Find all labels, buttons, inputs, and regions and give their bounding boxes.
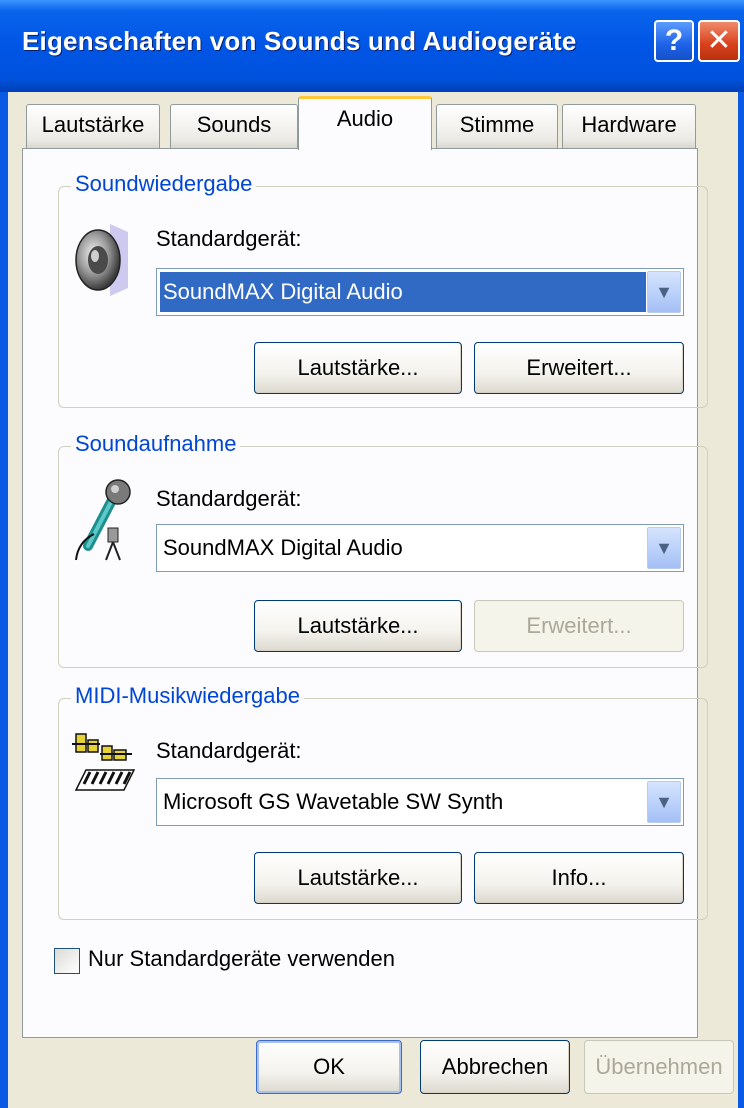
midi-volume-button[interactable]: Lautstärke... [254,852,462,904]
help-button[interactable]: ? [654,20,694,62]
apply-button[interactable]: Übernehmen [584,1040,734,1094]
title-bar[interactable]: Eigenschaften von Sounds und Audiogeräte… [0,0,744,92]
window-title: Eigenschaften von Sounds und Audiogeräte [22,26,577,56]
midi-device-select[interactable]: Microsoft GS Wavetable SW Synth ▼ [156,778,684,826]
chevron-down-icon[interactable]: ▼ [647,781,681,823]
microphone-icon [68,476,134,567]
only-default-devices-checkbox[interactable] [54,948,80,974]
group-recording-label: Soundaufnahme [71,431,241,457]
tab-sounds[interactable]: Sounds [170,104,298,148]
window-frame-right [738,92,744,1108]
midi-device-value: Microsoft GS Wavetable SW Synth [163,789,504,814]
recording-volume-button[interactable]: Lautstärke... [254,600,462,652]
midi-keyboard-icon [70,730,138,801]
playback-device-select[interactable]: SoundMAX Digital Audio ▼ [156,268,684,316]
recording-device-select[interactable]: SoundMAX Digital Audio ▼ [156,524,684,572]
group-midi-label: MIDI-Musikwiedergabe [71,683,304,709]
cancel-button[interactable]: Abbrechen [420,1040,570,1094]
group-playback-label: Soundwiedergabe [71,171,257,197]
playback-volume-button[interactable]: Lautstärke... [254,342,462,394]
playback-advanced-button[interactable]: Erweitert... [474,342,684,394]
recording-advanced-button[interactable]: Erweitert... [474,600,684,652]
midi-device-label: Standardgerät: [156,738,302,763]
playback-device-value: SoundMAX Digital Audio [163,279,403,304]
only-default-devices-label[interactable]: Nur Standardgeräte verwenden [88,946,395,972]
tab-stimme[interactable]: Stimme [436,104,558,148]
chevron-down-icon[interactable]: ▼ [647,271,681,313]
close-button[interactable]: ✕ [698,20,740,62]
tab-hardware[interactable]: Hardware [562,104,696,148]
recording-device-value: SoundMAX Digital Audio [163,535,403,560]
speaker-icon [70,218,132,305]
dialog-window: Eigenschaften von Sounds und Audiogeräte… [0,0,744,1108]
playback-device-label: Standardgerät: [156,226,302,251]
tab-audio[interactable]: Audio [298,96,432,150]
tab-lautstaerke[interactable]: Lautstärke [26,104,160,148]
ok-button[interactable]: OK [256,1040,402,1094]
recording-device-label: Standardgerät: [156,486,302,511]
midi-info-button[interactable]: Info... [474,852,684,904]
window-frame-left [0,92,8,1108]
chevron-down-icon[interactable]: ▼ [647,527,681,569]
